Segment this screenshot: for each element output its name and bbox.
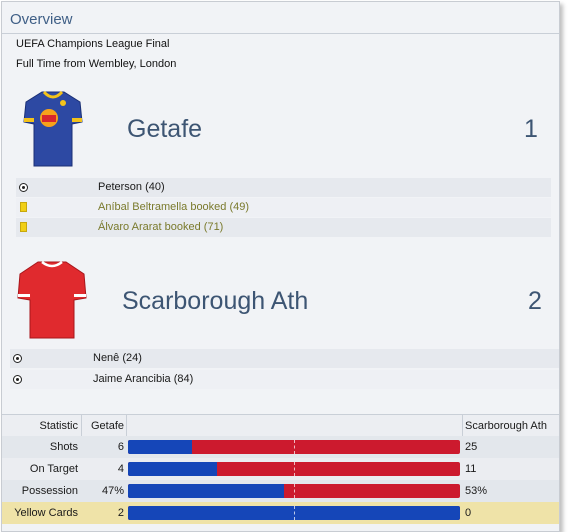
away-event-row: Nenê (24)	[10, 349, 559, 368]
home-booking-text[interactable]: Aníbal Beltramella booked (49)	[98, 198, 249, 217]
bar-midline	[294, 440, 295, 454]
yellow-card-icon	[20, 202, 27, 212]
away-goal-text[interactable]: Jaime Arancibia (84)	[93, 370, 193, 389]
result-line: Full Time from Wembley, London	[16, 58, 177, 70]
home-goal-text[interactable]: Peterson (40)	[98, 178, 165, 197]
stat-label: Shots	[49, 441, 78, 453]
home-event-row: Álvaro Ararat booked (71)	[16, 218, 551, 237]
stat-comparison-bar	[128, 484, 460, 498]
stat-away-value: 25	[465, 441, 478, 453]
stat-home-value: 4	[117, 463, 124, 475]
stat-away-value: 53%	[465, 485, 488, 497]
column-divider	[462, 414, 463, 436]
stat-home-value: 2	[117, 507, 124, 519]
stat-row-yellow-cards: Yellow Cards 2 0	[2, 502, 559, 524]
stat-comparison-bar	[128, 506, 460, 520]
stat-row-possession: Possession 47% 53%	[2, 480, 559, 502]
stat-label: On Target	[29, 463, 78, 475]
home-team-score: 1	[524, 115, 538, 143]
stat-row-on-target: On Target 4 11	[2, 458, 559, 480]
stat-comparison-bar	[128, 440, 460, 454]
away-team-score: 2	[528, 287, 542, 315]
match-overview-panel: Overview UEFA Champions League Final Ful…	[1, 1, 560, 532]
stat-home-value: 6	[117, 441, 124, 453]
stat-home-value: 47%	[101, 485, 124, 497]
home-booking-text[interactable]: Álvaro Ararat booked (71)	[98, 218, 223, 237]
soccer-ball-icon	[19, 183, 28, 192]
home-event-row: Peterson (40)	[16, 178, 551, 197]
bar-midline	[294, 506, 295, 520]
column-divider	[81, 414, 82, 436]
away-goal-text[interactable]: Nenê (24)	[93, 349, 142, 368]
stats-header-home[interactable]: Getafe	[84, 415, 124, 437]
stat-away-value: 11	[465, 463, 477, 475]
stat-label: Possession	[21, 485, 78, 497]
bar-midline	[294, 462, 295, 476]
stat-away-value: 0	[465, 507, 472, 519]
panel-title: Overview	[10, 11, 73, 28]
stat-home-fill	[128, 484, 285, 498]
stat-home-fill	[128, 462, 217, 476]
stats-header-away[interactable]: Scarborough Ath	[465, 415, 547, 437]
competition-label: UEFA Champions League Final	[16, 38, 170, 50]
yellow-card-icon	[20, 222, 27, 232]
home-team-shirt-icon	[23, 90, 83, 167]
home-team-name[interactable]: Getafe	[127, 115, 202, 144]
home-event-row: Aníbal Beltramella booked (49)	[16, 198, 551, 217]
stat-home-fill	[128, 440, 193, 454]
title-divider	[2, 33, 559, 34]
soccer-ball-icon	[13, 375, 22, 384]
away-event-row: Jaime Arancibia (84)	[10, 370, 559, 389]
stats-header-row: Statistic Getafe Scarborough Ath	[2, 414, 559, 438]
stat-row-shots: Shots 6 25	[2, 436, 559, 458]
away-team-shirt-icon	[17, 260, 87, 339]
column-divider	[126, 414, 127, 436]
stat-label: Yellow Cards	[14, 507, 78, 519]
bar-midline	[294, 484, 295, 498]
away-team-name[interactable]: Scarborough Ath	[122, 287, 308, 316]
stats-header-statistic[interactable]: Statistic	[2, 415, 78, 437]
stat-comparison-bar	[128, 462, 460, 476]
soccer-ball-icon	[13, 354, 22, 363]
